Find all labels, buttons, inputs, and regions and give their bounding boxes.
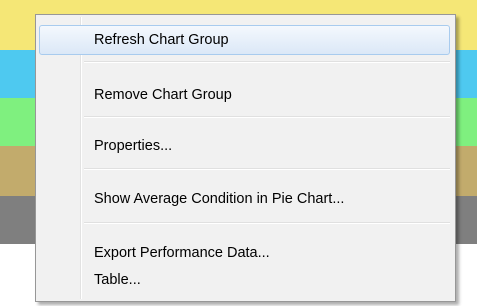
- menu-item-table[interactable]: Table...: [39, 265, 450, 295]
- menu-separator: [84, 61, 450, 63]
- menu-separator: [84, 168, 450, 170]
- menu-item-refresh-chart-group[interactable]: Refresh Chart Group: [39, 25, 450, 55]
- menu-item-show-average-condition[interactable]: Show Average Condition in Pie Chart...: [39, 184, 450, 214]
- menu-separator: [84, 222, 450, 224]
- context-menu: Refresh Chart Group Remove Chart Group P…: [35, 14, 456, 302]
- menu-item-remove-chart-group[interactable]: Remove Chart Group: [39, 80, 450, 110]
- chart-group-area: Refresh Chart Group Remove Chart Group P…: [0, 0, 477, 306]
- menu-item-export-performance-data[interactable]: Export Performance Data...: [39, 238, 450, 268]
- menu-item-properties[interactable]: Properties...: [39, 131, 450, 161]
- menu-separator: [84, 116, 450, 118]
